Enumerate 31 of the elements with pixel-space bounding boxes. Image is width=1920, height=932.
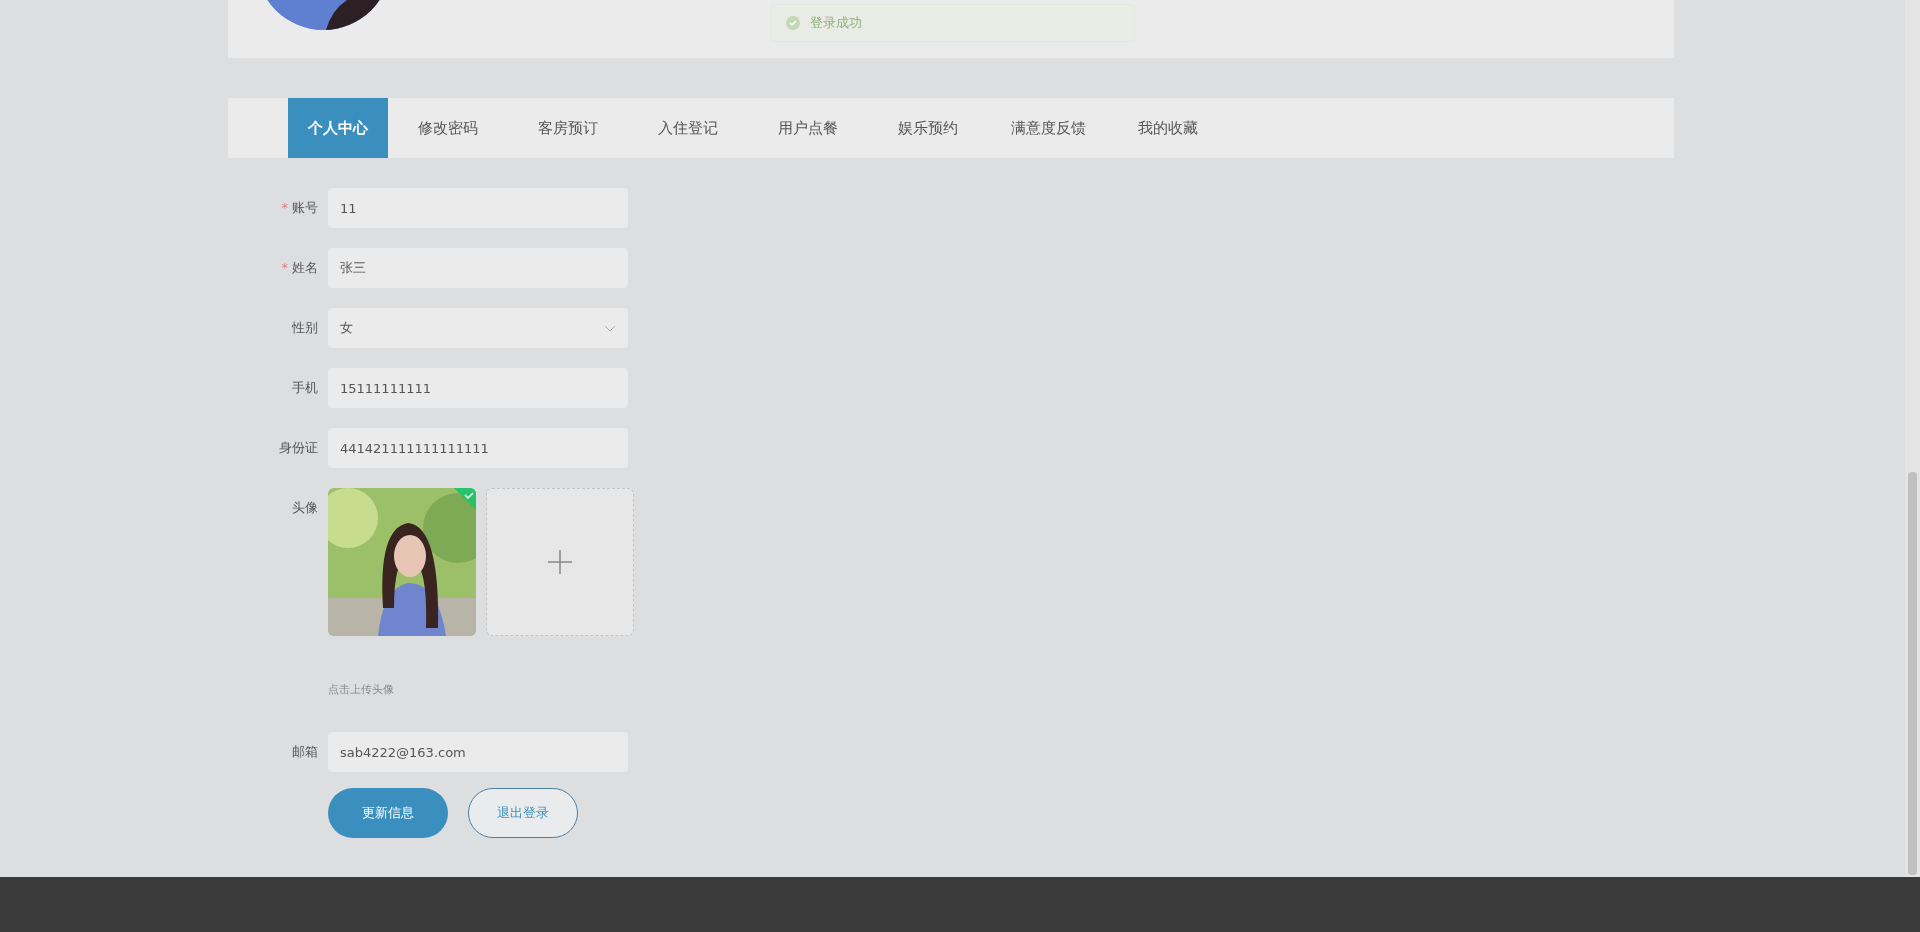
field-label: * 姓名 xyxy=(280,259,319,277)
tab[interactable]: 我的收藏 xyxy=(1108,98,1228,158)
tab[interactable]: 娱乐预约 xyxy=(868,98,988,158)
field-label: * 账号 xyxy=(280,199,319,217)
input-field[interactable]: 张三 xyxy=(328,248,628,288)
required-mark: * xyxy=(281,260,288,275)
toast-text: 登录成功 xyxy=(810,14,862,32)
field-label: 性别 xyxy=(291,319,319,337)
input-field[interactable]: 441421111111111111 xyxy=(328,428,628,468)
tab[interactable]: 用户点餐 xyxy=(748,98,868,158)
check-circle-icon xyxy=(786,16,800,30)
tab[interactable]: 个人中心 xyxy=(288,98,388,158)
tab[interactable]: 客房预订 xyxy=(508,98,628,158)
upload-hint: 点击上传头像 xyxy=(328,682,395,697)
field-label: 手机 xyxy=(291,379,319,397)
input-field[interactable]: 11 xyxy=(328,188,628,228)
required-mark: * xyxy=(281,200,288,215)
input-field[interactable]: 15111111111 xyxy=(328,368,628,408)
field-label: 身份证 xyxy=(278,439,319,457)
field-label: 邮箱 xyxy=(291,743,319,761)
tab[interactable]: 满意度反馈 xyxy=(988,98,1108,158)
field-label: 头像 xyxy=(291,499,319,517)
tab[interactable]: 入住登记 xyxy=(628,98,748,158)
update-button[interactable]: 更新信息 xyxy=(328,788,448,838)
select-field[interactable]: 女 xyxy=(328,308,628,348)
tab[interactable]: 修改密码 xyxy=(388,98,508,158)
upload-button[interactable] xyxy=(486,488,634,636)
input-field[interactable]: sab4222@163.com xyxy=(328,732,628,772)
scrollbar[interactable] xyxy=(1905,0,1920,877)
plus-icon xyxy=(548,550,572,574)
chevron-down-icon xyxy=(604,324,616,332)
